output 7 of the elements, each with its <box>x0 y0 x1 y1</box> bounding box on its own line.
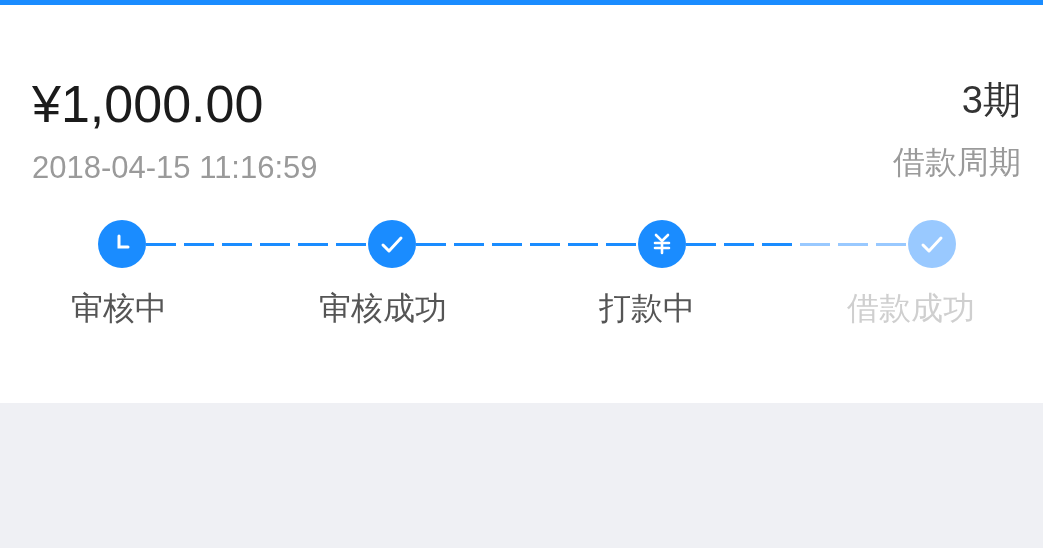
loan-time: 2018-04-15 11:16:59 <box>32 150 318 186</box>
step-label: 审核成功 <box>318 289 448 328</box>
step-label: 审核中 <box>70 289 168 328</box>
step-label: 打款中 <box>598 289 696 328</box>
loan-amount: ¥1,000.00 <box>32 74 265 135</box>
period-value: 3期 <box>960 78 1021 123</box>
period-label: 借款周期 <box>893 143 1021 182</box>
